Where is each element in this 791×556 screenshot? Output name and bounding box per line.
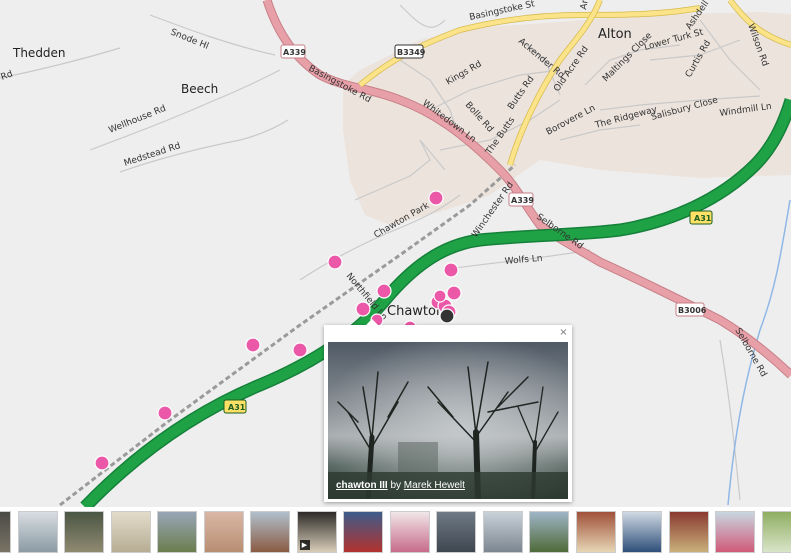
popup-photo[interactable]: chawton III by Marek Hewelt xyxy=(328,342,568,499)
place-label-alton: Alton xyxy=(598,27,632,42)
photo-thumbnail[interactable] xyxy=(204,512,243,552)
svg-text:A339: A339 xyxy=(511,196,534,205)
shield-a31: A31 xyxy=(689,210,713,225)
photo-marker[interactable] xyxy=(94,455,110,471)
popup-pointer xyxy=(366,319,378,325)
popup-caption: chawton III by Marek Hewelt xyxy=(336,480,465,491)
video-play-icon: ▶ xyxy=(299,540,310,550)
photo-thumbnail[interactable] xyxy=(576,512,615,552)
photo-thumbnail[interactable] xyxy=(530,512,568,552)
shield-a31: A31 xyxy=(223,399,247,414)
photo-marker[interactable] xyxy=(446,285,462,301)
photo-marker[interactable] xyxy=(245,337,261,353)
photo-thumbnail[interactable] xyxy=(158,512,196,552)
photo-marker[interactable] xyxy=(157,405,173,421)
shield-a339: A339 xyxy=(508,192,534,207)
photo-thumbnail[interactable] xyxy=(669,512,708,552)
photo-thumbnail[interactable]: ▶ xyxy=(297,512,336,552)
thumbnail-strip: ▶ xyxy=(0,507,791,556)
photo-popup: × chawton III by Marek Hewelt xyxy=(324,319,572,502)
photo-title-link[interactable]: chawton III xyxy=(336,480,388,491)
photo-thumbnail[interactable] xyxy=(623,512,661,552)
shield-a339: A339 xyxy=(280,44,306,59)
map-app: Snode Hl Wellhouse Rd Medstead Rd Basing… xyxy=(0,0,791,556)
photo-thumbnail[interactable] xyxy=(111,512,150,552)
photo-thumbnail[interactable] xyxy=(18,512,57,552)
photo-marker[interactable] xyxy=(292,342,308,358)
photo-marker[interactable] xyxy=(327,254,343,270)
photo-thumbnail[interactable] xyxy=(762,512,791,552)
svg-text:A31: A31 xyxy=(694,214,712,223)
shield-b3006: B3006 xyxy=(675,302,707,317)
photo-marker[interactable] xyxy=(428,190,444,206)
photo-thumbnail[interactable] xyxy=(716,512,754,552)
photo-thumbnail[interactable] xyxy=(344,512,382,552)
photo-marker[interactable] xyxy=(355,301,371,317)
shield-b3349: B3349 xyxy=(394,44,426,59)
svg-text:B3349: B3349 xyxy=(397,48,426,57)
photo-thumbnail[interactable] xyxy=(437,512,475,552)
photo-marker[interactable] xyxy=(433,289,447,303)
svg-text:A339: A339 xyxy=(283,48,306,57)
photo-thumbnail[interactable] xyxy=(0,512,10,552)
place-label-thedden: Thedden xyxy=(12,46,66,60)
svg-text:A31: A31 xyxy=(228,403,246,412)
photo-thumbnail[interactable] xyxy=(483,512,522,552)
photo-thumbnail[interactable] xyxy=(390,512,429,552)
close-icon[interactable]: × xyxy=(558,327,569,338)
photo-thumbnail[interactable] xyxy=(251,512,289,552)
photo-marker[interactable] xyxy=(443,262,459,278)
place-label-beech: Beech xyxy=(181,82,218,96)
photo-image xyxy=(328,342,568,499)
photo-thumbnail[interactable] xyxy=(65,512,103,552)
photo-marker-selected[interactable] xyxy=(439,308,455,324)
photo-author-link[interactable]: Marek Hewelt xyxy=(404,480,465,491)
svg-text:B3006: B3006 xyxy=(678,306,707,315)
photo-marker[interactable] xyxy=(376,283,392,299)
photo-by-label: by xyxy=(390,480,402,491)
